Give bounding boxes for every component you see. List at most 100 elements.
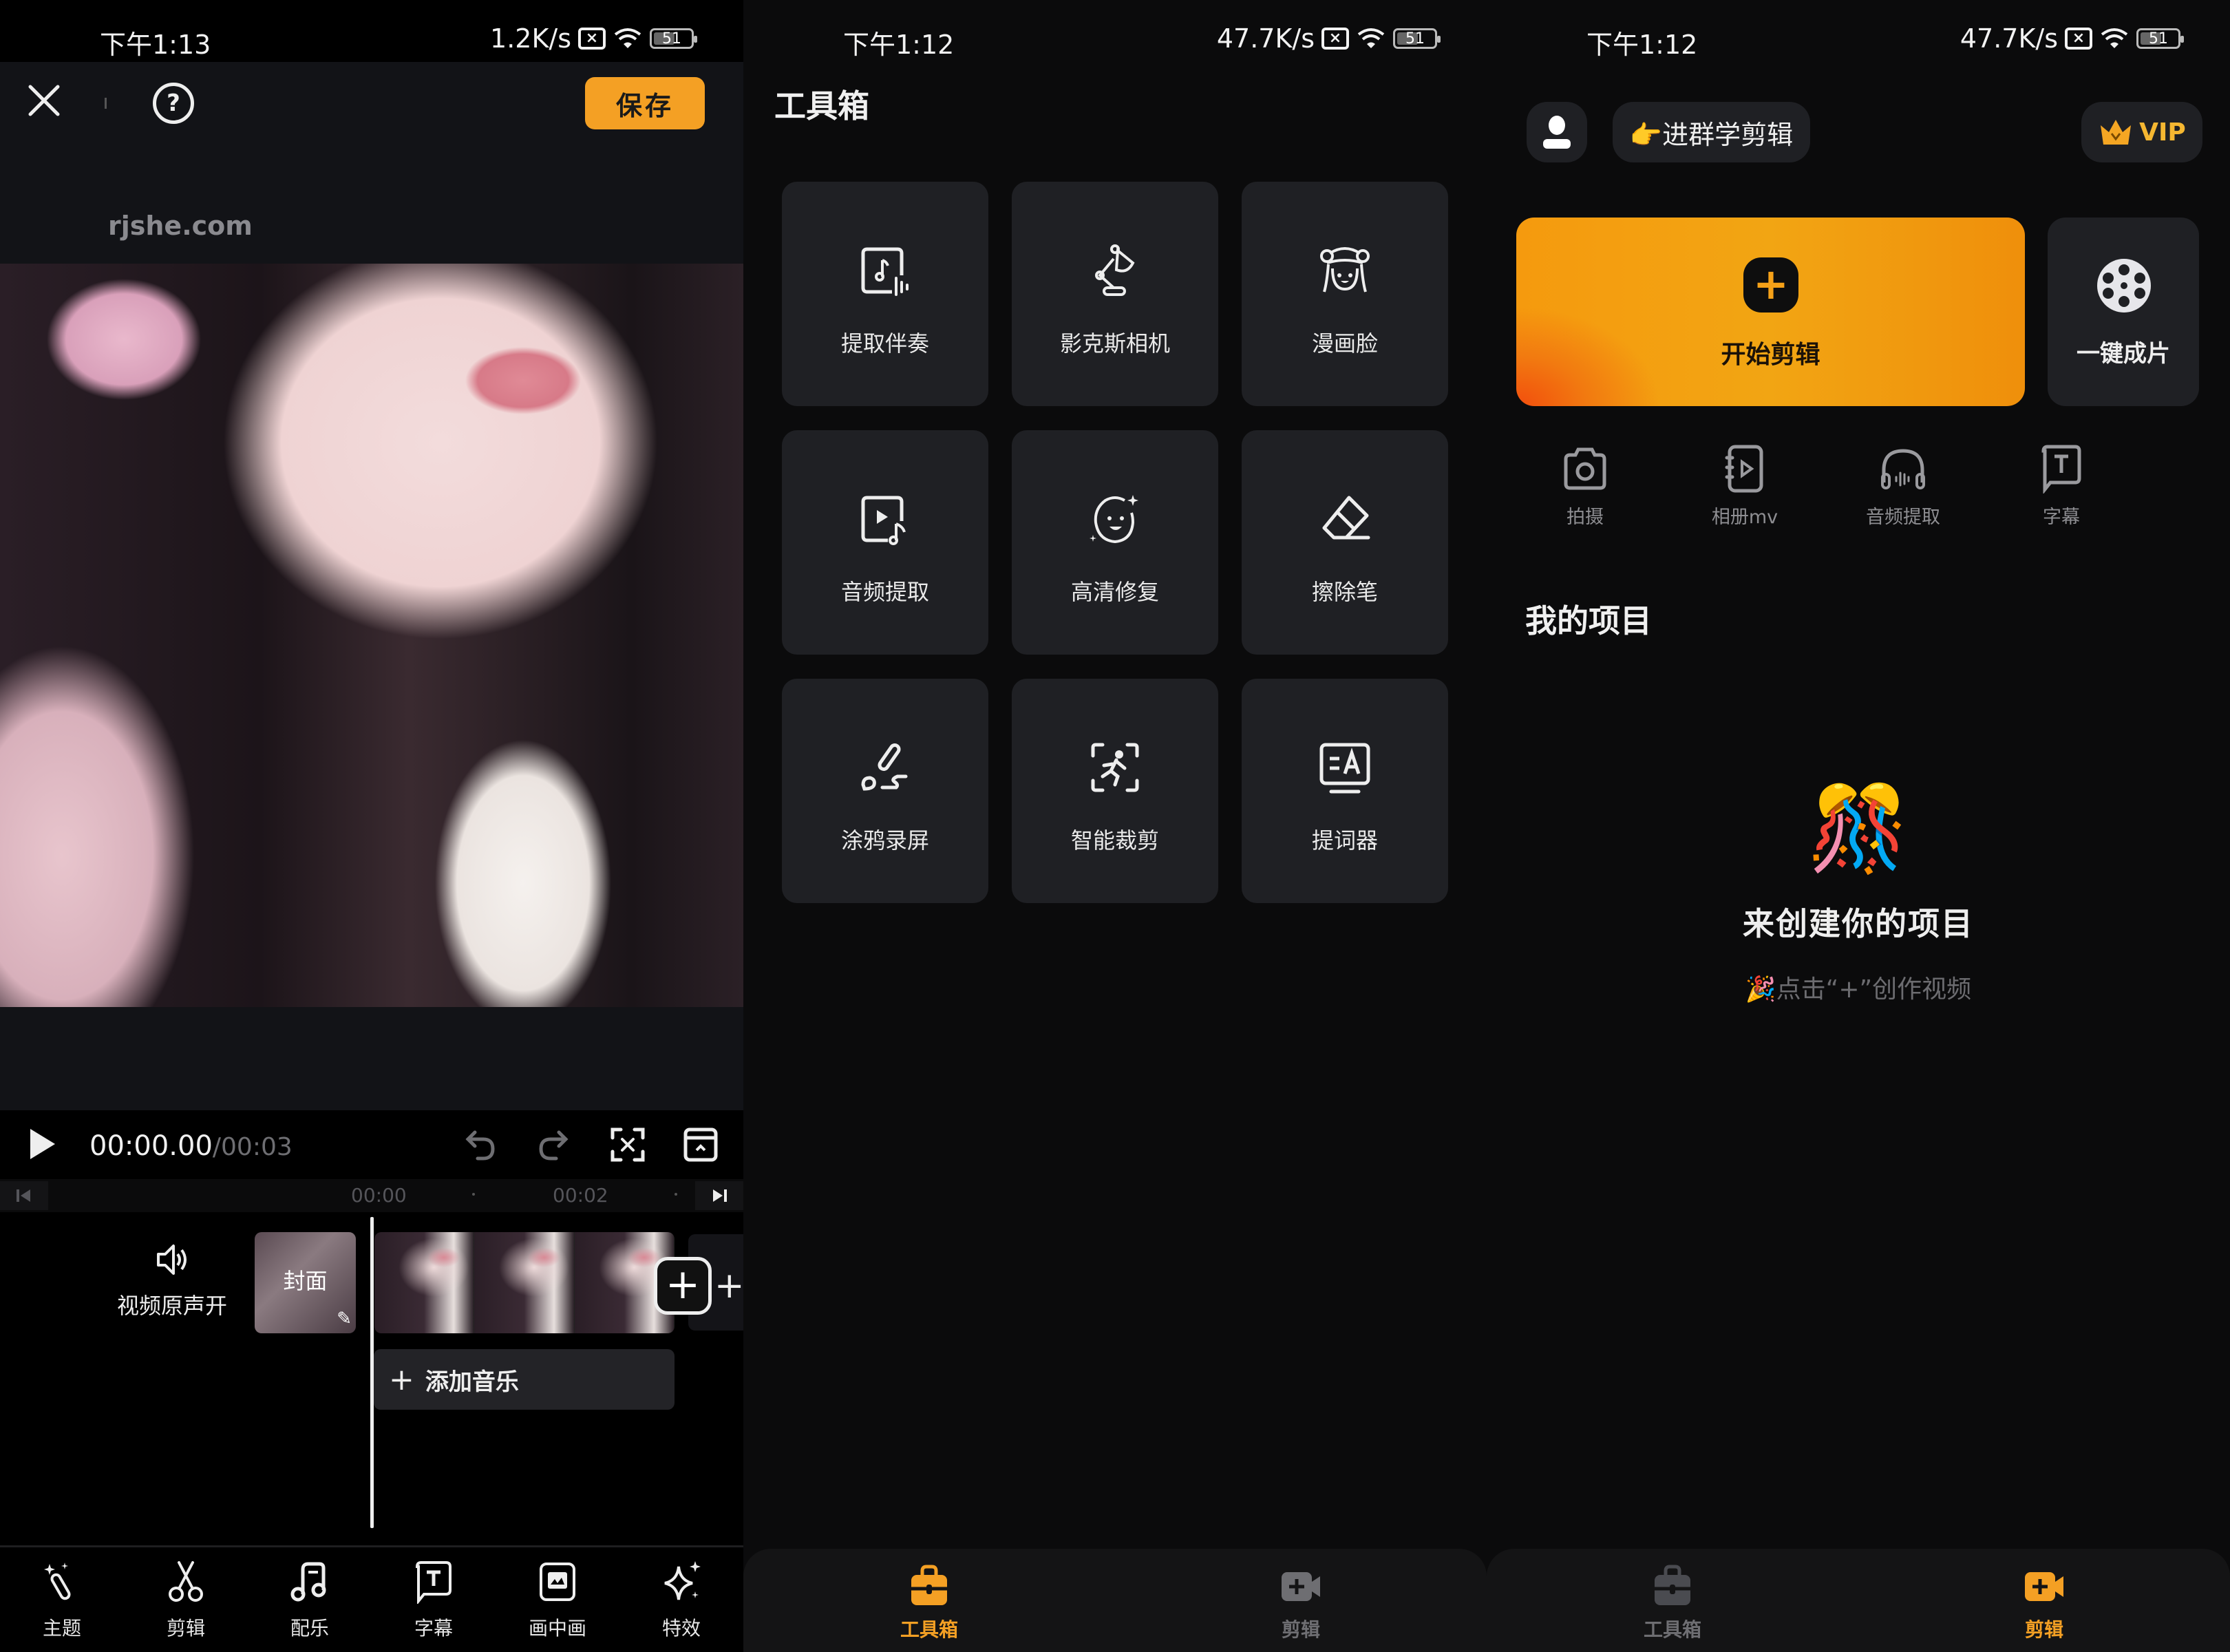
crown-icon: [2101, 120, 2132, 145]
desk-lamp-icon: [1095, 244, 1135, 296]
battery-icon: 51: [2136, 28, 2184, 49]
cover-thumbnail[interactable]: 封面 ✎: [255, 1232, 356, 1333]
plus-icon: +: [389, 1362, 414, 1397]
tool-pip[interactable]: 画中画: [496, 1547, 619, 1652]
tool-music[interactable]: 配乐: [248, 1547, 372, 1652]
tool-card-label: 涂鸦录屏: [840, 827, 929, 854]
original-audio-label: 视频原声开: [116, 1293, 227, 1319]
video-add-icon: [2025, 1572, 2063, 1601]
network-speed: 47.7K/s: [1960, 23, 2058, 54]
redo-icon[interactable]: [534, 1125, 573, 1164]
eraser-icon: [1322, 496, 1370, 540]
empty-state-title: 来创建你的项目: [1743, 905, 1974, 942]
user-icon: [1543, 116, 1571, 149]
video-add-icon: [1282, 1572, 1320, 1601]
battery-icon: 51: [650, 28, 697, 49]
save-button[interactable]: 保存: [585, 77, 705, 129]
page-title: 工具箱: [774, 87, 869, 125]
close-icon[interactable]: [25, 81, 63, 120]
quick-action-label: 音频提取: [1866, 507, 1940, 528]
tool-card-label: 影克斯相机: [1059, 330, 1170, 357]
tool-card-label: 高清修复: [1070, 579, 1159, 605]
ruler-tick: [472, 1193, 475, 1196]
add-clip-button[interactable]: +: [654, 1257, 712, 1315]
nav-tab-edit[interactable]: 剪辑: [1115, 1549, 1487, 1652]
nav-tab-edit[interactable]: 剪辑: [1858, 1549, 2230, 1652]
status-icons: 47.7K/s × 51: [1960, 23, 2184, 54]
tool-card-doodle-record[interactable]: 涂鸦录屏: [782, 679, 988, 903]
quick-action-camera[interactable]: 拍摄: [1527, 444, 1644, 529]
tool-card-cartoon-face[interactable]: 漫画脸: [1242, 182, 1448, 406]
headphones-icon: [1881, 449, 1925, 489]
toolbox-screen: 下午1:12 47.7K/s × 51 工具箱 提取伴奏 影克斯相机 漫画脸 音…: [743, 0, 1487, 1652]
extract-accompaniment-icon: [861, 247, 909, 296]
status-icons: 47.7K/s × 51: [1216, 23, 1441, 54]
profile-button[interactable]: [1527, 102, 1587, 162]
nav-tab-toolbox[interactable]: 工具箱: [743, 1549, 1115, 1652]
tool-caption[interactable]: 字幕: [372, 1547, 496, 1652]
quick-action-label: 字幕: [2043, 507, 2080, 528]
tool-card-hd-restore[interactable]: 高清修复: [1012, 430, 1218, 655]
clip-frame: [474, 1232, 575, 1333]
tool-card-label: 擦除笔: [1311, 579, 1378, 605]
status-icons: 1.2K/s × 51: [490, 23, 697, 54]
tool-label: 字幕: [414, 1617, 453, 1640]
toolbox-icon: [911, 1565, 947, 1605]
ruler-label: 00:02: [553, 1184, 608, 1207]
ruler-tick: [675, 1193, 677, 1196]
tool-label: 主题: [42, 1617, 81, 1640]
video-clip-track[interactable]: [374, 1232, 675, 1333]
original-audio-toggle[interactable]: 视频原声开: [103, 1239, 241, 1320]
skip-end-icon: [713, 1189, 727, 1202]
camera-icon: [1564, 447, 1606, 490]
join-group-button[interactable]: 👉进群学剪辑: [1613, 102, 1810, 162]
tool-card-extract-accompaniment[interactable]: 提取伴奏: [782, 182, 988, 406]
add-music-button[interactable]: + 添加音乐: [374, 1349, 675, 1410]
play-icon[interactable]: [30, 1129, 55, 1159]
quick-action-audio-extract[interactable]: 音频提取: [1845, 444, 1962, 529]
quick-action-label: 相册mv: [1711, 507, 1778, 528]
sparkle-icon: [664, 1561, 701, 1600]
tool-card-label: 漫画脸: [1311, 330, 1378, 357]
jump-to-start-button[interactable]: [0, 1181, 48, 1210]
quick-action-caption[interactable]: 字幕: [2003, 444, 2120, 529]
jump-to-end-button[interactable]: [695, 1181, 743, 1210]
edit-pen-icon: ✎: [337, 1309, 352, 1329]
plus-icon: +: [1743, 257, 1798, 313]
tool-theme[interactable]: 主题: [0, 1547, 124, 1652]
undo-icon[interactable]: [461, 1125, 500, 1164]
help-icon[interactable]: ?: [153, 83, 194, 124]
nav-label: 剪辑: [2024, 1618, 2063, 1641]
tool-card-teleprompter[interactable]: 提词器: [1242, 679, 1448, 903]
teleprompter-icon: [1319, 743, 1370, 794]
network-speed: 47.7K/s: [1216, 23, 1315, 54]
vip-button[interactable]: VIP: [2081, 102, 2202, 162]
nav-label: 工具箱: [900, 1618, 958, 1641]
my-projects-title: 我的项目: [1525, 602, 1652, 639]
nav-tab-toolbox[interactable]: 工具箱: [1487, 1549, 1858, 1652]
quick-action-album-mv[interactable]: 相册mv: [1686, 444, 1803, 529]
fullscreen-icon[interactable]: [608, 1125, 647, 1164]
scissors-icon: [169, 1561, 203, 1602]
tool-effects[interactable]: 特效: [619, 1547, 743, 1652]
music-note-icon: [290, 1562, 326, 1602]
tool-card-eraser[interactable]: 擦除笔: [1242, 430, 1448, 655]
tool-label: 配乐: [290, 1617, 329, 1640]
keyframe-panel-icon[interactable]: [681, 1125, 720, 1164]
tool-card-lamp-camera[interactable]: 影克斯相机: [1012, 182, 1218, 406]
tool-card-label: 提取伴奏: [840, 330, 929, 357]
tool-cut[interactable]: 剪辑: [124, 1547, 248, 1652]
tool-card-audio-extract[interactable]: 音频提取: [782, 430, 988, 655]
video-preview[interactable]: [0, 264, 743, 1007]
timecode-current: 00:00.00: [89, 1130, 213, 1162]
status-time: 下午1:12: [843, 30, 955, 60]
tool-card-smart-crop[interactable]: 智能裁剪: [1012, 679, 1218, 903]
add-clip-plus-icon[interactable]: +: [714, 1265, 743, 1306]
caption-icon: [415, 1561, 452, 1605]
one-click-video-button[interactable]: 一键成片: [2048, 218, 2199, 406]
start-editing-button[interactable]: + 开始剪辑: [1516, 218, 2025, 406]
film-reel-icon: [2097, 259, 2151, 313]
one-click-label: 一键成片: [2077, 340, 2170, 368]
empty-state-subtitle: 🎉点击“+”创作视频: [1745, 975, 1972, 1004]
add-music-label: 添加音乐: [425, 1368, 519, 1396]
